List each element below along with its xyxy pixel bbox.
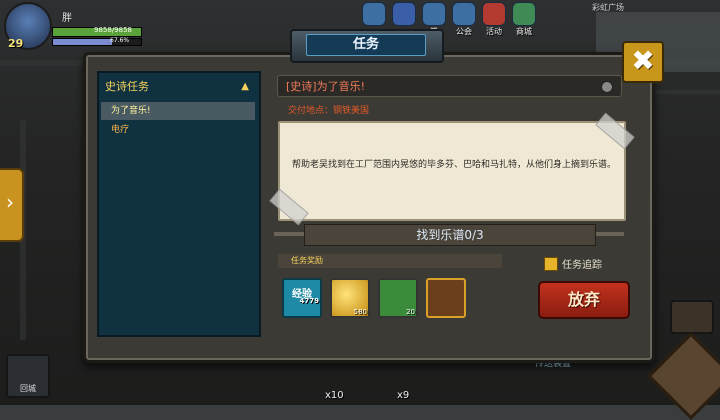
player-level: 29 — [8, 37, 24, 50]
reward-label: 任务奖励 — [291, 256, 323, 265]
mp-bar-fill — [53, 39, 113, 45]
bag-button[interactable] — [670, 300, 714, 334]
window-title-plate: 任务 — [290, 29, 444, 63]
chevron-up-icon: ▲ — [241, 81, 249, 92]
top-menu-label: 公会 — [456, 27, 472, 36]
guild-icon[interactable]: 公会 — [452, 2, 476, 36]
wrench-icon[interactable]: 20 — [378, 278, 418, 318]
activity-icon[interactable]: 活动 — [482, 2, 506, 36]
top-menu-label: 商城 — [516, 27, 532, 36]
mp-text: 67.6% — [110, 37, 130, 44]
gift-icon[interactable] — [392, 2, 416, 26]
quest-objective: 找到乐谱0/3 — [416, 228, 484, 242]
exp-icon[interactable]: 经验 4779 — [282, 278, 322, 318]
reward-list: 经验 4779 580 20 — [282, 278, 466, 318]
gold-coins-icon[interactable]: 580 — [330, 278, 370, 318]
top-menu-label: 活动 — [486, 27, 502, 36]
quest-title-bar: [史诗]为了音乐! — [277, 75, 622, 97]
quest-description: 帮助老吴找到在工厂范围内晃悠的毕多芬、巴哈和马扎特，从他们身上摘到乐谱。 — [292, 160, 617, 170]
window-title: 任务 — [306, 34, 426, 56]
return-town-label: 回城 — [20, 384, 36, 393]
track-checkbox[interactable] — [544, 257, 558, 271]
player-name: 胖 — [62, 13, 72, 24]
quest-category-label: 史诗任务 — [105, 80, 149, 93]
item-count-a: x10 — [325, 390, 344, 401]
quest-status-icon — [601, 81, 613, 93]
reward-count: 20 — [406, 308, 415, 316]
return-town-button[interactable]: 回城 — [6, 354, 50, 398]
rod-decoration — [594, 232, 624, 236]
quest-list-item[interactable]: 为了音乐! — [101, 102, 255, 120]
quest-list: 史诗任务 ▲ 为了音乐! 电疗 — [97, 71, 261, 337]
quest-description-paper: 帮助老吴找到在工厂范围内晃悠的毕多芬、巴哈和马扎特，从他们身上摘到乐谱。 — [278, 121, 626, 221]
hp-text: 9858/9858 — [94, 26, 132, 34]
side-expand-tab[interactable] — [0, 168, 24, 242]
scroll-icon[interactable] — [426, 278, 466, 318]
quest-title: [史诗]为了音乐! — [286, 80, 365, 93]
help-icon[interactable]: 常 — [422, 2, 446, 36]
abandon-button[interactable]: 放弃 — [538, 281, 630, 319]
item-count-b: x9 — [397, 390, 410, 401]
guide-icon[interactable] — [362, 2, 386, 26]
quest-objective-bar: 找到乐谱0/3 — [304, 224, 596, 246]
rod-decoration — [274, 232, 304, 236]
track-label: 任务追踪 — [562, 260, 602, 271]
shop-icon[interactable]: 商城 — [512, 2, 536, 36]
player-status: 29 胖 9858/9858 67.6% — [0, 0, 160, 52]
reward-count: 4779 — [299, 297, 319, 305]
quest-detail: [史诗]为了音乐! 交付地点：钢铁美国 帮助老吴找到在工厂范围内晃悠的毕多芬、巴… — [269, 71, 635, 333]
quest-category-header[interactable]: 史诗任务 ▲ — [101, 78, 255, 96]
quest-list-item[interactable]: 电疗 — [101, 121, 255, 139]
top-menu: 常 公会 活动 商城 — [362, 2, 536, 36]
reward-count: 580 — [353, 308, 367, 316]
quest-destination: 交付地点：钢铁美国 — [288, 106, 370, 116]
